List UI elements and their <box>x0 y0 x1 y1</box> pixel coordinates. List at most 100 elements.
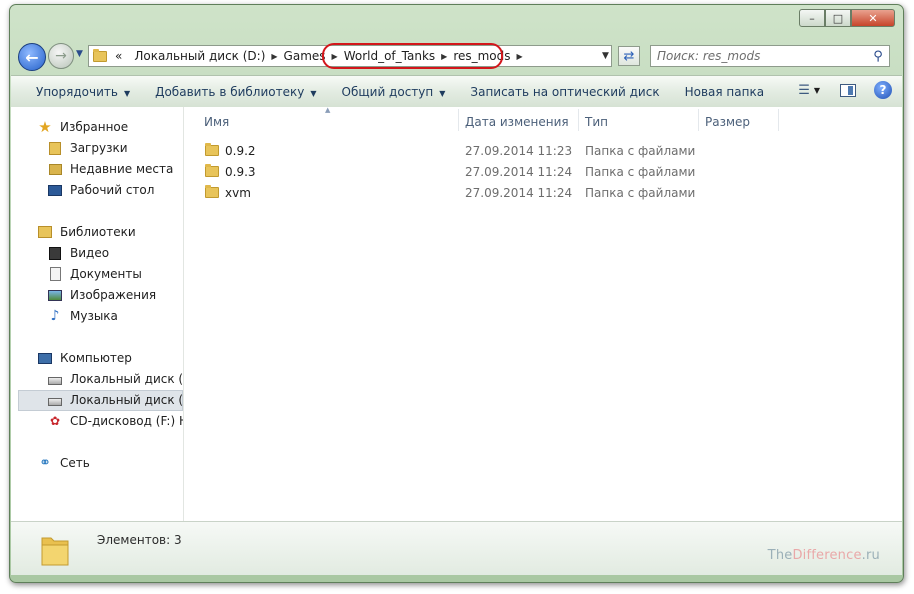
chevron-down-icon: ▼ <box>439 88 446 98</box>
minimize-button[interactable]: – <box>799 9 825 27</box>
sidebar-group-label: Избранное <box>60 120 129 134</box>
new-folder-button[interactable]: Новая папка <box>685 85 764 99</box>
breadcrumb-games[interactable]: Games <box>284 49 326 63</box>
desktop-icon <box>47 183 63 197</box>
window-controls: – □ ✕ <box>799 9 895 27</box>
back-button[interactable]: ← <box>18 43 46 71</box>
sidebar-item-music[interactable]: ♪ Музыка <box>47 308 183 324</box>
watermark-logo: TheDifference.ru <box>768 548 880 563</box>
address-history-dropdown[interactable]: ▼ <box>602 51 609 61</box>
folder-icon <box>93 48 107 62</box>
sidebar-item-recent-places[interactable]: Недавние места <box>47 162 183 176</box>
sort-ascending-icon: ▲ <box>325 106 331 114</box>
breadcrumb-res-mods[interactable]: res_mods <box>453 49 510 63</box>
chevron-down-icon: ▼ <box>123 88 131 98</box>
file-type: Папка с файлами <box>585 186 696 200</box>
file-name: 0.9.3 <box>225 165 256 179</box>
sidebar-group-libraries[interactable]: Библиотеки <box>37 225 136 239</box>
burn-button[interactable]: Записать на оптический диск <box>470 85 659 99</box>
music-icon: ♪ <box>50 308 60 324</box>
table-row[interactable]: 0.9.3 27.09.2014 11:24 Папка с файлами <box>203 162 803 182</box>
documents-icon <box>47 267 63 281</box>
folder-icon <box>205 185 219 198</box>
video-icon <box>47 246 63 260</box>
status-item-count: Элементов: 3 <box>97 533 182 547</box>
new-folder-label: Новая папка <box>684 84 765 99</box>
column-header-type[interactable]: Тип <box>585 115 608 129</box>
breadcrumb-separator-icon[interactable]: ▶ <box>332 52 338 61</box>
sidebar-item-label: Видео <box>70 246 110 260</box>
column-header-date[interactable]: Дата изменения <box>465 115 569 129</box>
sidebar-group-computer[interactable]: Компьютер <box>37 351 132 365</box>
sidebar-item-label: Музыка <box>70 309 118 323</box>
add-to-library-button[interactable]: Добавить в библиотеку ▼ <box>155 85 316 99</box>
sidebar-item-cd-drive[interactable]: ✿ CD-дисковод (F:) HU <box>47 414 183 428</box>
sidebar-item-label: Локальный диск (C <box>70 372 184 386</box>
table-row[interactable]: 0.9.2 27.09.2014 11:23 Папка с файлами <box>203 141 803 161</box>
folder-icon <box>205 143 219 156</box>
file-type: Папка с файлами <box>585 165 696 179</box>
change-view-icon[interactable]: ☰ <box>798 83 810 98</box>
search-icon[interactable]: ⚲ <box>867 49 889 64</box>
sidebar-item-downloads[interactable]: Загрузки <box>47 141 183 155</box>
pictures-icon <box>47 288 63 302</box>
sidebar-item-label: Рабочий стол <box>70 183 155 197</box>
breadcrumb-drive-d[interactable]: Локальный диск (D:) <box>134 49 265 63</box>
sidebar-group-label: Сеть <box>60 456 90 470</box>
organize-button[interactable]: Упорядочить ▼ <box>36 85 130 99</box>
system-drive-icon <box>47 372 63 386</box>
breadcrumb-overflow[interactable]: « <box>115 49 122 63</box>
forward-button[interactable]: → <box>48 43 74 69</box>
preview-pane-icon[interactable] <box>840 83 856 97</box>
burn-label: Записать на оптический диск <box>470 84 660 99</box>
hard-drive-icon <box>47 393 63 407</box>
maximize-icon: □ <box>832 11 844 25</box>
address-bar[interactable]: « Локальный диск (D:) ▶ Games ▶ World_of… <box>88 43 612 69</box>
share-label: Общий доступ <box>341 84 434 99</box>
column-divider[interactable] <box>778 109 779 131</box>
table-row[interactable]: xvm 27.09.2014 11:24 Папка с файлами <box>203 183 803 203</box>
help-icon[interactable]: ? <box>874 81 892 99</box>
sidebar-item-drive-d[interactable]: Локальный диск (D <box>47 393 183 407</box>
column-divider[interactable] <box>578 109 579 131</box>
network-icon: ⚭ <box>39 455 51 471</box>
search-input[interactable] <box>651 48 867 64</box>
close-button[interactable]: ✕ <box>851 9 895 27</box>
cd-drive-icon: ✿ <box>49 414 61 428</box>
column-header-name[interactable]: Имя <box>204 115 229 129</box>
sidebar-item-pictures[interactable]: Изображения <box>47 288 183 302</box>
back-arrow-icon: ← <box>25 47 39 67</box>
share-button[interactable]: Общий доступ ▼ <box>342 85 446 99</box>
watermark-part: The <box>767 548 793 563</box>
breadcrumb-separator-icon[interactable]: ▶ <box>517 52 523 61</box>
maximize-button[interactable]: □ <box>825 9 851 27</box>
sidebar-item-label: CD-дисковод (F:) HU <box>70 414 183 428</box>
sidebar-item-label: Загрузки <box>70 141 128 155</box>
column-header-size[interactable]: Размер <box>705 115 750 129</box>
folder-icon <box>205 164 219 177</box>
organize-label: Упорядочить <box>36 84 118 99</box>
sidebar-item-label: Документы <box>70 267 142 281</box>
status-bar: Элементов: 3 TheDifference.ru <box>11 521 902 575</box>
sidebar-item-drive-c[interactable]: Локальный диск (C <box>47 372 184 386</box>
navigation-bar: ← → ▼ « Локальный диск (D:) ▶ Games ▶ Wo… <box>10 39 903 73</box>
recent-pages-dropdown[interactable]: ▼ <box>76 49 83 59</box>
chevron-down-icon: ▼ <box>76 49 83 59</box>
sidebar-item-label: Изображения <box>70 288 157 302</box>
downloads-icon <box>47 141 63 155</box>
file-date: 27.09.2014 11:23 <box>465 144 573 158</box>
chevron-down-icon[interactable]: ▼ <box>814 86 820 95</box>
column-divider[interactable] <box>458 109 459 131</box>
breadcrumb-separator-icon[interactable]: ▶ <box>441 52 447 61</box>
refresh-button[interactable]: ⇄ <box>618 46 640 66</box>
sidebar-item-documents[interactable]: Документы <box>47 267 183 281</box>
sidebar-group-favorites[interactable]: ★ Избранное <box>37 118 129 136</box>
breadcrumb-world-of-tanks[interactable]: World_of_Tanks <box>344 49 435 63</box>
breadcrumb-separator-icon[interactable]: ▶ <box>271 52 277 61</box>
sidebar-item-video[interactable]: Видео <box>47 246 183 260</box>
sidebar-group-network[interactable]: ⚭ Сеть <box>37 455 90 471</box>
sidebar-group-label: Библиотеки <box>60 225 136 239</box>
star-icon: ★ <box>38 118 52 136</box>
column-divider[interactable] <box>698 109 699 131</box>
sidebar-item-desktop[interactable]: Рабочий стол <box>47 183 183 197</box>
